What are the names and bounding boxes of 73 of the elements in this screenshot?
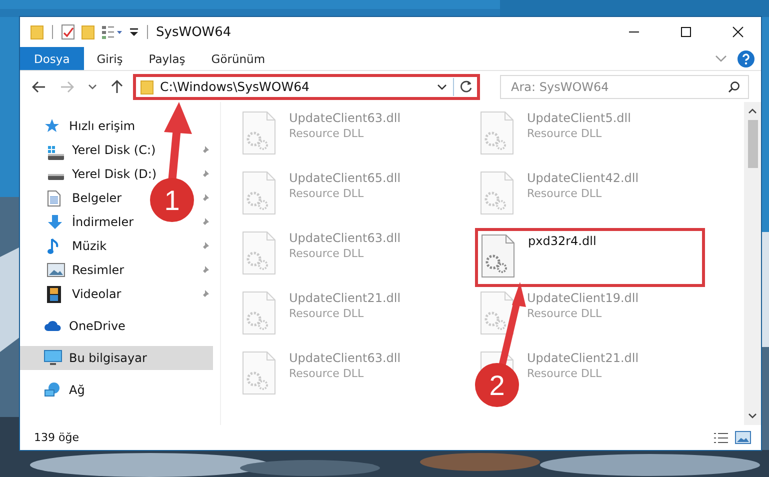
- file-type: Resource DLL: [289, 187, 365, 200]
- ribbon-tab[interactable]: Görünüm: [198, 47, 278, 70]
- maximize-icon: [680, 26, 692, 38]
- properties-icon[interactable]: [61, 24, 75, 40]
- scroll-up-icon[interactable]: [748, 108, 757, 114]
- sidebar-item[interactable]: Yerel Disk (D:): [20, 162, 157, 186]
- folder-icon[interactable]: [30, 24, 44, 40]
- gear-file-icon: [480, 291, 514, 335]
- sidebar-item[interactable]: Bu bilgisayar: [20, 346, 213, 370]
- file-type: Resource DLL: [527, 367, 603, 380]
- customize-caret-icon[interactable]: [129, 26, 139, 38]
- address-path: C:\Windows\SysWOW64: [160, 79, 310, 94]
- window-title: SysWOW64: [156, 24, 232, 40]
- dropdown-caret-icon[interactable]: [437, 84, 447, 90]
- gear-file-icon: [242, 231, 276, 275]
- up-arrow-icon[interactable]: [111, 80, 123, 94]
- sidebar-item[interactable]: Yerel Disk (C:): [20, 138, 156, 162]
- large-icons-view-icon[interactable]: [735, 431, 751, 444]
- back-arrow-icon[interactable]: [32, 80, 46, 92]
- forward-arrow-icon[interactable]: [60, 80, 74, 92]
- file-type: Resource DLL: [289, 247, 365, 260]
- refresh-icon[interactable]: [460, 80, 473, 93]
- star-icon: [44, 118, 60, 134]
- ribbon-tab[interactable]: Dosya: [20, 47, 84, 70]
- help-icon[interactable]: [737, 50, 755, 68]
- sidebar-item[interactable]: Ağ: [20, 378, 85, 402]
- search-icon: [728, 80, 740, 92]
- scrollbar[interactable]: [744, 102, 761, 425]
- sidebar-item[interactable]: Belgeler: [20, 186, 122, 210]
- gear-file-icon: [480, 111, 514, 155]
- cloud-icon: [44, 320, 62, 332]
- gear-file-icon: [480, 171, 514, 215]
- scrollbar-thumb[interactable]: [748, 120, 758, 168]
- recent-caret-icon[interactable]: [88, 84, 97, 90]
- details-view-icon[interactable]: [713, 432, 729, 444]
- file-type: Resource DLL: [289, 367, 365, 380]
- view-options-icon[interactable]: [101, 24, 123, 40]
- sidebar-item[interactable]: Hızlı erişim: [20, 114, 136, 138]
- file-type: Resource DLL: [289, 127, 365, 140]
- network-globe-icon: [44, 382, 62, 398]
- expand-ribbon-icon[interactable]: [715, 54, 727, 62]
- sidebar-item[interactable]: OneDrive: [20, 314, 126, 338]
- ribbon-tab[interactable]: Paylaş: [136, 47, 198, 70]
- monitor-icon: [44, 350, 62, 366]
- sidebar-item[interactable]: Resimler: [20, 258, 124, 282]
- gear-file-icon: [242, 111, 276, 155]
- file-type: Resource DLL: [527, 307, 603, 320]
- landscape-image-icon: [47, 263, 65, 277]
- file-name[interactable]: pxd32r4.dll: [528, 234, 596, 248]
- scroll-down-icon[interactable]: [748, 413, 757, 419]
- close-icon: [732, 26, 744, 38]
- music-note-icon: [47, 238, 59, 254]
- gear-file-icon: [481, 234, 515, 278]
- sidebar-item[interactable]: Videolar: [20, 282, 122, 306]
- ribbon-tab[interactable]: Giriş: [84, 47, 136, 70]
- sidebar-item[interactable]: İndirmeler: [20, 210, 134, 234]
- search-field[interactable]: Ara: SysWOW64: [500, 74, 749, 98]
- new-folder-icon[interactable]: [81, 24, 95, 40]
- gear-file-icon: [242, 351, 276, 395]
- film-icon: [47, 286, 61, 302]
- gear-file-icon: [242, 171, 276, 215]
- gear-file-icon: [242, 291, 276, 335]
- item-count: 139 öğe: [34, 431, 79, 444]
- file-type: Resource DLL: [527, 187, 603, 200]
- file-type: Resource DLL: [527, 127, 603, 140]
- down-arrow-icon: [47, 214, 63, 230]
- address-field[interactable]: C:\Windows\SysWOW64: [133, 74, 480, 100]
- drive-icon: [47, 173, 65, 181]
- drive-icon: [47, 145, 65, 161]
- sidebar-item[interactable]: Müzik: [20, 234, 107, 258]
- folder-icon: [140, 78, 154, 94]
- document-icon: [47, 190, 61, 206]
- file-type: Resource DLL: [289, 307, 365, 320]
